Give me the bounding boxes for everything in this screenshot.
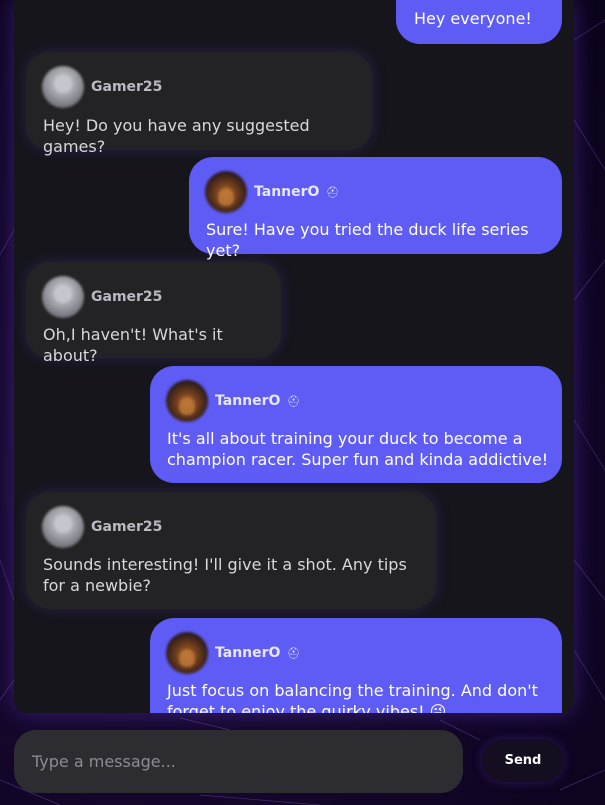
message-bubble-outgoing: Hey everyone! [396,0,562,44]
avatar[interactable] [166,632,208,674]
helmet-badge-icon: ⛑ [286,646,301,660]
message-bubble-outgoing: TannerO ⛑ Sure! Have you tried the duck … [189,157,562,260]
helmet-badge-icon: ⛑ [286,394,301,408]
message-text: Just focus on balancing the training. An… [167,681,538,713]
avatar[interactable] [42,506,84,548]
username[interactable]: Gamer25 [91,79,162,95]
helmet-badge-icon: ⛑ [325,185,340,199]
message-input[interactable] [14,730,463,793]
message-text: Hey! Do you have any suggested games? [43,116,310,156]
message-text: Sure! Have you tried the duck life serie… [206,220,529,260]
message-bubble-incoming: Gamer25 Sounds interesting! I'll give it… [26,492,436,609]
message-text: Sounds interesting! I'll give it a shot.… [43,555,407,595]
username[interactable]: TannerO [254,184,319,200]
username[interactable]: TannerO [215,645,280,661]
avatar[interactable] [42,276,84,318]
message-text: Hey everyone! [414,9,532,28]
avatar[interactable] [166,380,208,422]
message-bubble-outgoing: TannerO ⛑ Just focus on balancing the tr… [150,618,562,713]
message-bubble-incoming: Gamer25 Hey! Do you have any suggested g… [26,52,372,156]
username[interactable]: Gamer25 [91,519,162,535]
chat-messages-panel[interactable]: Hey everyone! Gamer25 Hey! Do you have a… [14,0,574,713]
username[interactable]: Gamer25 [91,289,162,305]
message-bubble-incoming: Gamer25 Oh,I haven't! What's it about? [26,262,281,365]
message-text: Oh,I haven't! What's it about? [43,325,223,365]
username[interactable]: TannerO [215,393,280,409]
message-bubble-outgoing: TannerO ⛑ It's all about training your d… [150,366,562,483]
avatar[interactable] [205,171,247,213]
send-button[interactable]: Send [482,739,564,782]
message-text: It's all about training your duck to bec… [167,429,549,469]
avatar[interactable] [42,66,84,108]
